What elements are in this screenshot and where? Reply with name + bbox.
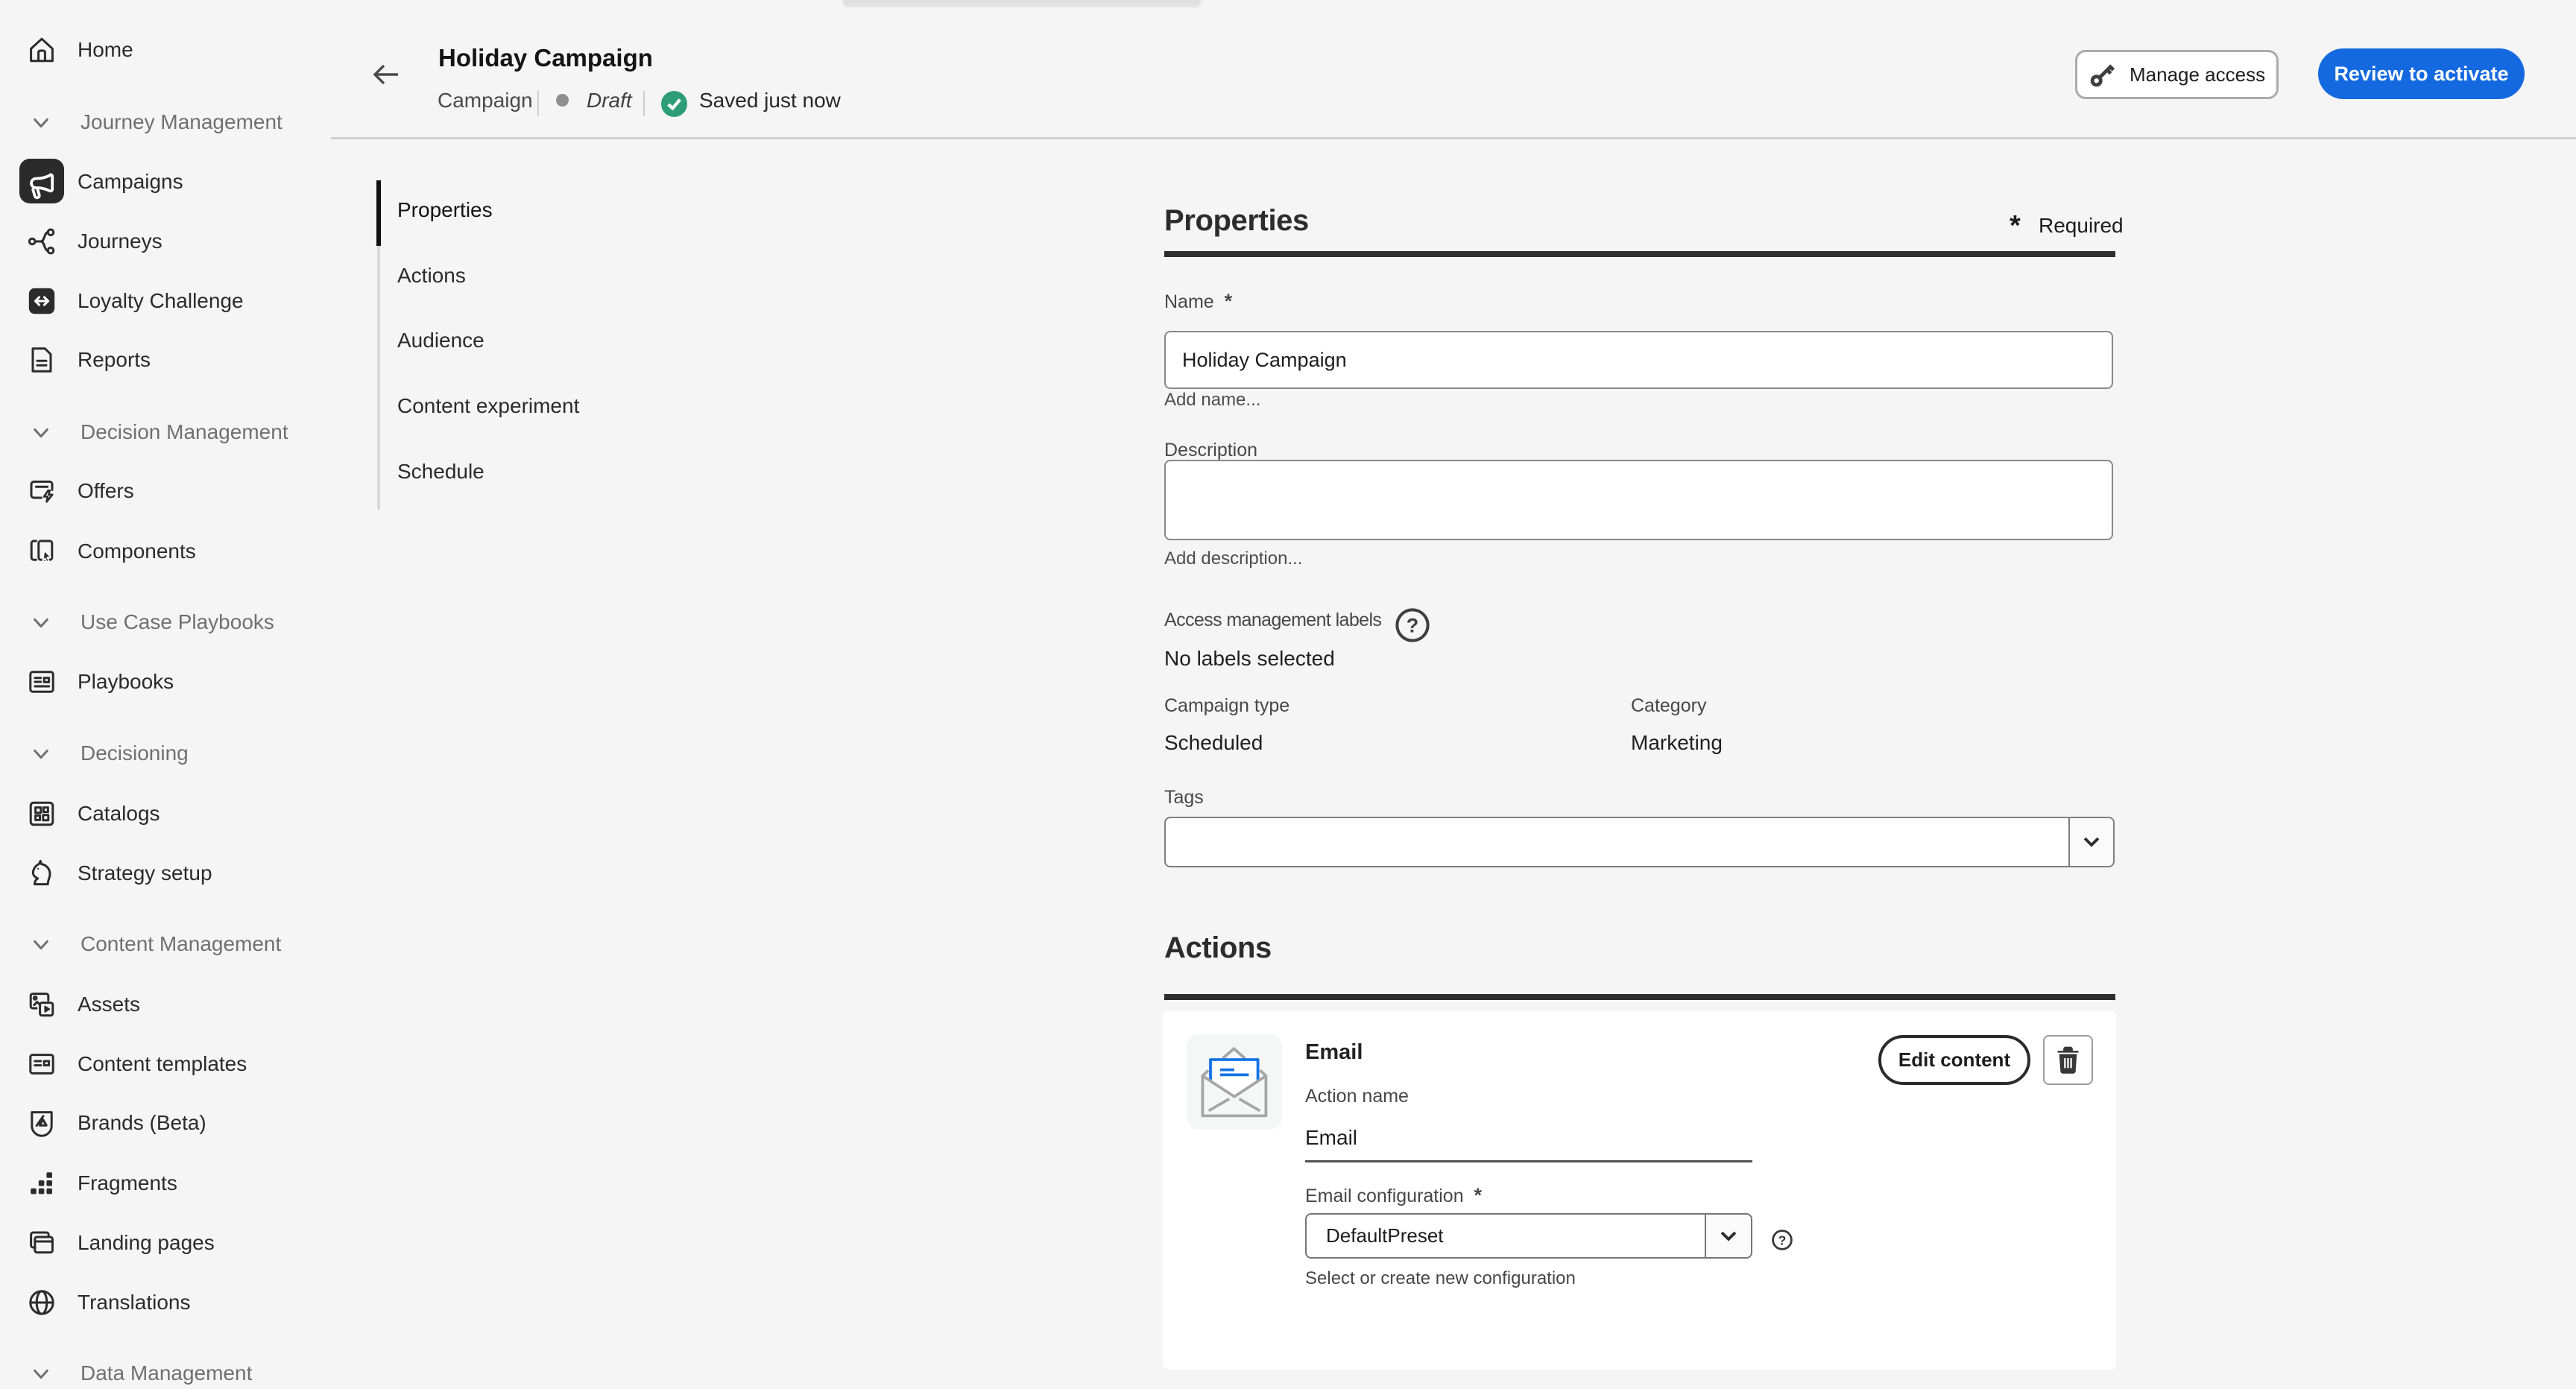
svg-text:?: ? [1778, 1233, 1787, 1248]
svg-text:?: ? [1407, 614, 1419, 636]
